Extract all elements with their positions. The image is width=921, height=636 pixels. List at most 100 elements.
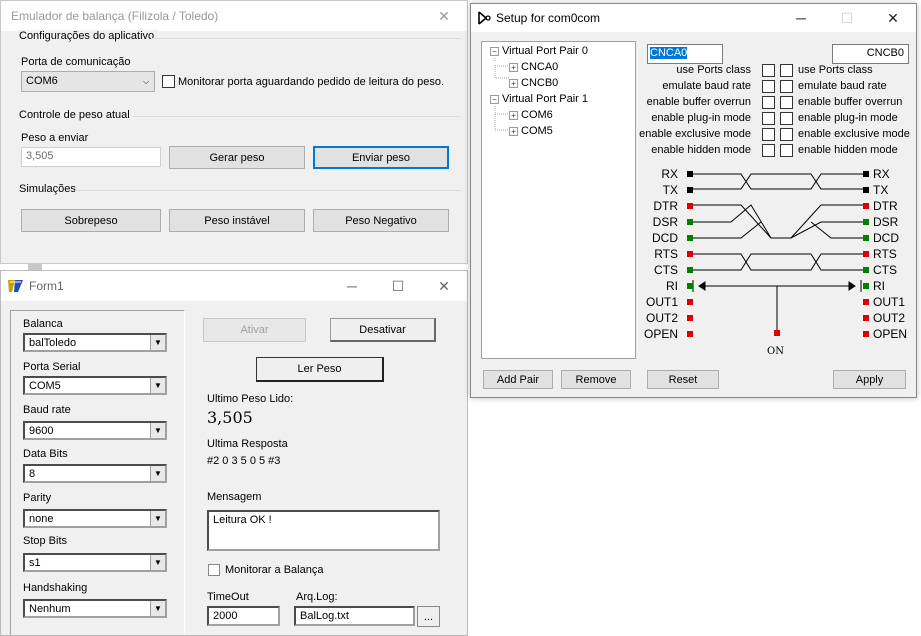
send-weight-button[interactable]: Enviar peso bbox=[313, 146, 449, 169]
weight-input[interactable]: 3,505 bbox=[21, 147, 161, 167]
left-option-checkbox[interactable] bbox=[762, 80, 775, 93]
divider bbox=[75, 190, 461, 191]
right-signal-dot bbox=[863, 171, 869, 177]
left-signal-dot bbox=[687, 171, 693, 177]
browse-button[interactable]: ... bbox=[417, 606, 440, 627]
mensagem-textarea[interactable]: Leitura OK ! bbox=[207, 510, 440, 551]
right-option-checkbox[interactable] bbox=[780, 80, 793, 93]
setup-titlebar[interactable]: Setup for com0com ─ ☐ ✕ bbox=[471, 4, 916, 32]
emulator-title: Emulador de balança (Filizola / Toledo) bbox=[11, 9, 219, 23]
tree-lines bbox=[494, 58, 509, 131]
left-signal-label: CTS bbox=[654, 263, 678, 277]
right-signal-dot bbox=[863, 203, 869, 209]
right-option-label: emulate baud rate bbox=[798, 80, 887, 92]
desativar-button[interactable]: Desativar bbox=[330, 318, 436, 342]
dropdown-arrow-icon: ▼ bbox=[150, 378, 165, 393]
left-signal-dot bbox=[687, 219, 693, 225]
on-signal-dot bbox=[774, 330, 780, 336]
timeout-input[interactable]: 2000 bbox=[207, 606, 280, 626]
overweight-button[interactable]: Sobrepeso bbox=[21, 209, 161, 232]
weight-label: Peso a enviar bbox=[21, 132, 89, 144]
right-signal-label: TX bbox=[873, 183, 889, 197]
close-icon[interactable]: ✕ bbox=[421, 271, 467, 301]
left-signal-label: DCD bbox=[652, 231, 678, 245]
monitorar-checkbox[interactable] bbox=[208, 564, 220, 576]
port-label: Porta de comunicação bbox=[21, 56, 131, 68]
left-port-name[interactable]: CNCA0 bbox=[647, 44, 723, 64]
maximize-icon[interactable]: ☐ bbox=[375, 271, 421, 301]
right-port-name[interactable]: CNCB0 bbox=[832, 44, 909, 64]
close-icon[interactable]: ✕ bbox=[870, 4, 916, 32]
unstable-weight-button[interactable]: Peso instável bbox=[169, 209, 305, 232]
left-signal-dot bbox=[687, 299, 693, 305]
minimize-icon[interactable]: ─ bbox=[329, 271, 375, 301]
baud-label: Baud rate bbox=[23, 404, 71, 416]
emulator-titlebar[interactable]: Emulador de balança (Filizola / Toledo) … bbox=[1, 1, 467, 31]
close-icon[interactable]: ✕ bbox=[421, 1, 467, 31]
resposta-label: Ultima Resposta bbox=[207, 438, 288, 450]
right-signal-dot bbox=[863, 235, 869, 241]
porta-select[interactable]: COM5 ▼ bbox=[23, 376, 167, 395]
ler-peso-button[interactable]: Ler Peso bbox=[256, 357, 384, 382]
right-option-checkbox[interactable] bbox=[780, 128, 793, 141]
port-tree[interactable]: − Virtual Port Pair 0 + CNCA0 + CNCB0 − Virt… bbox=[481, 41, 636, 359]
porta-label: Porta Serial bbox=[23, 361, 81, 373]
generate-weight-button[interactable]: Gerar peso bbox=[169, 146, 305, 169]
remove-button[interactable]: Remove bbox=[561, 370, 631, 389]
left-option-label: use Ports class bbox=[676, 64, 751, 76]
left-option-label: enable plug-in mode bbox=[651, 112, 751, 124]
balanca-label: Balanca bbox=[23, 318, 63, 330]
parity-select[interactable]: none ▼ bbox=[23, 509, 167, 528]
add-pair-button[interactable]: Add Pair bbox=[483, 370, 553, 389]
negative-weight-button[interactable]: Peso Negativo bbox=[313, 209, 449, 232]
balanca-select[interactable]: balToledo ▼ bbox=[23, 333, 167, 352]
left-signal-dot bbox=[687, 267, 693, 273]
ativar-button[interactable]: Ativar bbox=[203, 318, 306, 342]
left-signal-label: OPEN bbox=[643, 327, 678, 341]
left-option-checkbox[interactable] bbox=[762, 128, 775, 141]
right-signal-label: OUT2 bbox=[873, 311, 906, 325]
left-option-label: enable buffer overrun bbox=[646, 96, 751, 108]
arqlog-input[interactable]: BalLog.txt bbox=[294, 606, 415, 626]
dropdown-arrow-icon: ▼ bbox=[150, 423, 165, 438]
left-signal-dot bbox=[687, 235, 693, 241]
port-select[interactable]: COM6 ⌵ bbox=[21, 71, 155, 92]
parity-label: Parity bbox=[23, 492, 52, 504]
group-sim-header: Simulações bbox=[19, 183, 80, 195]
databits-select[interactable]: 8 ▼ bbox=[23, 464, 167, 483]
left-signal-label: DTR bbox=[653, 199, 678, 213]
right-signal-dot bbox=[863, 283, 869, 289]
handshaking-select[interactable]: Nenhum ▼ bbox=[23, 599, 167, 618]
reset-button[interactable]: Reset bbox=[647, 370, 719, 389]
right-option-checkbox[interactable] bbox=[780, 96, 793, 109]
maximize-icon[interactable]: ☐ bbox=[824, 4, 870, 32]
right-signal-label: OUT1 bbox=[873, 295, 906, 309]
right-signal-label: RTS bbox=[873, 247, 897, 261]
dropdown-arrow-icon: ▼ bbox=[150, 466, 165, 481]
right-signal-label: DTR bbox=[873, 199, 898, 213]
right-signal-label: DCD bbox=[873, 231, 899, 245]
right-option-checkbox[interactable] bbox=[780, 64, 793, 77]
left-option-checkbox[interactable] bbox=[762, 96, 775, 109]
left-option-checkbox[interactable] bbox=[762, 112, 775, 125]
stopbits-label: Stop Bits bbox=[23, 535, 68, 547]
left-option-label: enable exclusive mode bbox=[639, 128, 751, 140]
right-signal-dot bbox=[863, 251, 869, 257]
monitor-checkbox[interactable] bbox=[162, 75, 175, 88]
right-option-label: enable exclusive mode bbox=[798, 128, 910, 140]
left-option-checkbox[interactable] bbox=[762, 64, 775, 77]
ultimo-label: Ultimo Peso Lido: bbox=[207, 393, 294, 405]
divider bbox=[151, 38, 461, 39]
stopbits-select[interactable]: s1 ▼ bbox=[23, 553, 167, 572]
left-signal-dot bbox=[687, 187, 693, 193]
baud-select[interactable]: 9600 ▼ bbox=[23, 421, 167, 440]
form1-titlebar[interactable]: Form1 ─ ☐ ✕ bbox=[1, 271, 467, 301]
left-option-checkbox[interactable] bbox=[762, 144, 775, 157]
right-option-checkbox[interactable] bbox=[780, 144, 793, 157]
left-signal-label: OUT2 bbox=[645, 311, 678, 325]
dropdown-arrow-icon: ▼ bbox=[150, 335, 165, 350]
apply-button[interactable]: Apply bbox=[833, 370, 906, 389]
right-signal-label: RX bbox=[873, 167, 890, 181]
minimize-icon[interactable]: ─ bbox=[778, 4, 824, 32]
right-option-checkbox[interactable] bbox=[780, 112, 793, 125]
